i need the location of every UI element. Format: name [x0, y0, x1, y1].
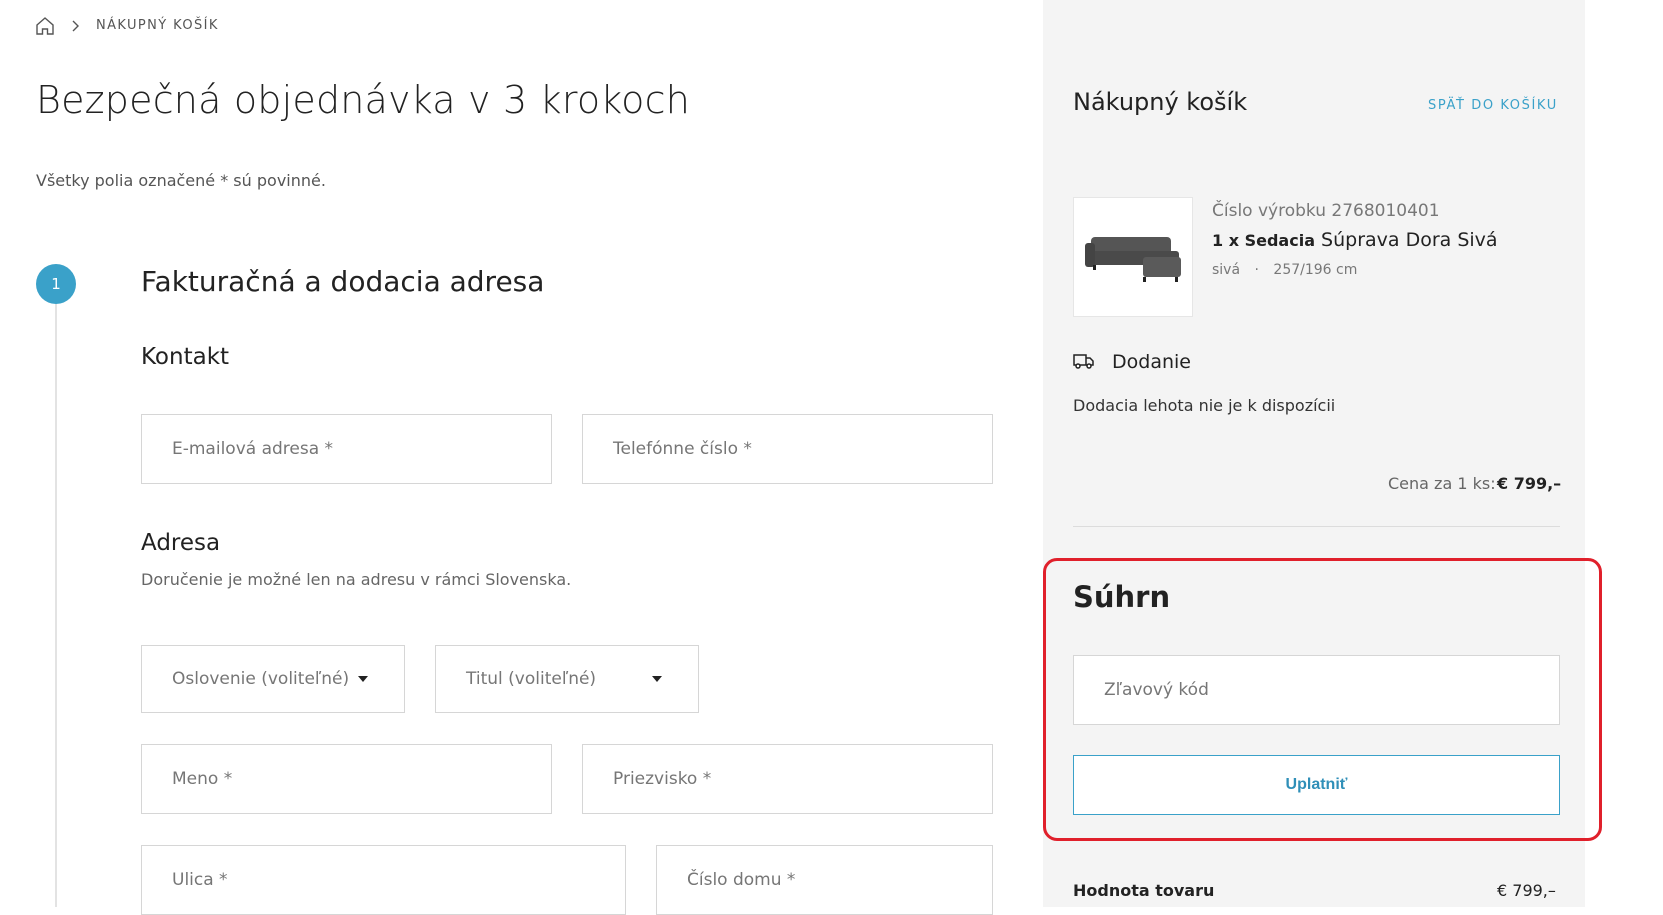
sofa-icon	[1085, 237, 1181, 282]
salutation-select[interactable]: Oslovenie (voliteľné)	[141, 645, 405, 713]
back-to-cart-link[interactable]: SPÄŤ DO KOŠÍKU	[1428, 98, 1558, 113]
contact-heading: Kontakt	[141, 344, 230, 370]
last-name-placeholder: Priezvisko *	[613, 769, 712, 789]
caret-down-icon	[358, 676, 368, 682]
phone-field[interactable]: Telefónne číslo *	[582, 414, 993, 484]
page-title: Bezpečná objednávka v 3 krokoch	[36, 78, 690, 122]
divider	[1073, 526, 1560, 527]
email-placeholder: E-mailová adresa *	[172, 439, 334, 459]
apply-promo-button[interactable]: Uplatniť	[1073, 755, 1560, 815]
product-qty-category: 1 x Sedacia	[1212, 231, 1315, 250]
first-name-placeholder: Meno *	[172, 769, 233, 789]
step-title: Fakturačná a dodacia adresa	[141, 265, 545, 298]
goods-value: € 799,–	[1497, 881, 1556, 900]
promo-code-field[interactable]: Zľavový kód	[1073, 655, 1560, 725]
phone-placeholder: Telefónne číslo *	[613, 439, 752, 459]
unit-price-label: Cena za 1 ks:	[1388, 474, 1496, 493]
promo-placeholder: Zľavový kód	[1104, 680, 1209, 700]
house-number-field[interactable]: Číslo domu *	[656, 845, 993, 915]
unit-price-value: € 799,–	[1497, 474, 1562, 493]
product-name[interactable]: 1 x Sedacia Súprava Dora Sivá	[1212, 229, 1498, 251]
step-line	[55, 304, 57, 907]
house-number-placeholder: Číslo domu *	[687, 870, 796, 890]
truck-icon	[1073, 352, 1095, 370]
address-subtitle: Doručenie je možné len na adresu v rámci…	[141, 570, 572, 589]
product-color: sivá	[1212, 262, 1241, 278]
product-attributes: sivá · 257/196 cm	[1212, 262, 1357, 278]
email-field[interactable]: E-mailová adresa *	[141, 414, 552, 484]
summary-title: Súhrn	[1073, 580, 1171, 614]
last-name-field[interactable]: Priezvisko *	[582, 744, 993, 814]
caret-down-icon	[652, 676, 662, 682]
delivery-title: Dodanie	[1112, 351, 1191, 373]
product-number: Číslo výrobku 2768010401	[1212, 201, 1440, 221]
title-select-label: Titul (voliteľné)	[466, 669, 597, 689]
product-title: Súprava Dora Sivá	[1321, 229, 1498, 251]
street-field[interactable]: Ulica *	[141, 845, 626, 915]
delivery-text: Dodacia lehota nie je k dispozícii	[1073, 396, 1336, 415]
chevron-right-icon	[70, 18, 80, 32]
address-heading: Adresa	[141, 530, 221, 556]
product-image[interactable]	[1073, 197, 1193, 317]
first-name-field[interactable]: Meno *	[141, 744, 552, 814]
attr-separator: ·	[1254, 262, 1259, 278]
breadcrumb-current[interactable]: NÁKUPNÝ KOŠÍK	[96, 18, 219, 33]
title-select[interactable]: Titul (voliteľné)	[435, 645, 699, 713]
cart-title: Nákupný košík	[1073, 88, 1248, 116]
goods-value-label: Hodnota tovaru	[1073, 881, 1215, 900]
step-number-badge: 1	[36, 264, 76, 304]
home-icon[interactable]	[35, 16, 55, 36]
salutation-label: Oslovenie (voliteľné)	[172, 669, 350, 689]
street-placeholder: Ulica *	[172, 870, 228, 890]
required-note: Všetky polia označené * sú povinné.	[36, 171, 326, 190]
product-size: 257/196 cm	[1273, 262, 1358, 278]
